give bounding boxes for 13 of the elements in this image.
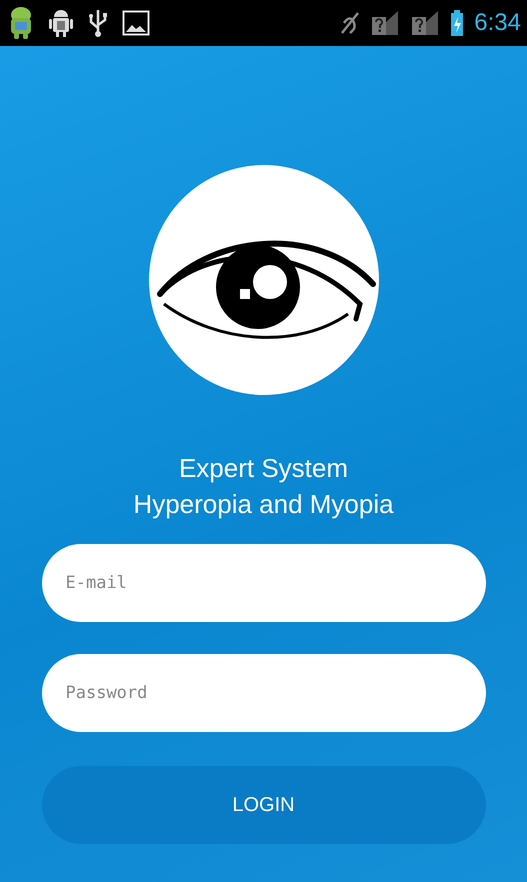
login-button[interactable]: LOGIN — [42, 766, 486, 844]
usb-icon — [88, 8, 108, 38]
clock-time: 6:34 — [474, 9, 521, 37]
password-field[interactable]: Password — [42, 654, 486, 732]
no-signal-icon — [410, 9, 440, 37]
android-icon — [8, 6, 34, 40]
no-signal-icon — [370, 9, 400, 37]
app-title: Hyperopia and Myopia — [133, 488, 394, 521]
email-field[interactable]: E-mail — [42, 544, 486, 622]
robot-icon — [48, 8, 74, 38]
battery-charging-icon — [450, 9, 464, 37]
app-title: Expert System — [178, 452, 350, 485]
image-icon — [122, 10, 150, 36]
